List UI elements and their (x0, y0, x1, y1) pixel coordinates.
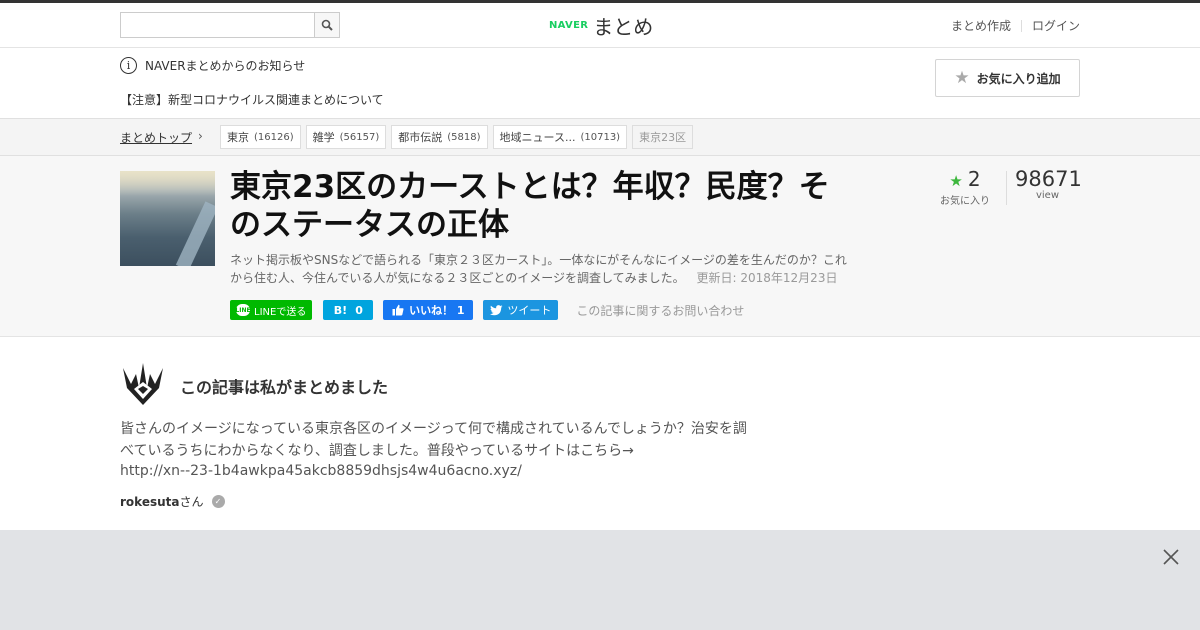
tag-trivia[interactable]: 雑学 (56157) (305, 125, 387, 149)
tag-label: 地域ニュース... (499, 131, 576, 144)
updated-date: 更新日: 2018年12月23日 (696, 271, 838, 285)
tweet-label: ツイート (507, 304, 552, 317)
share-bar: LINE LINEで送る B! 0 いいね！ 1 ツイート この記事に関するお問… (230, 300, 744, 320)
site-header: NAVER まとめ まとめ作成 ログイン (0, 3, 1200, 48)
tag-count: (56157) (339, 131, 380, 143)
add-favorite-label: お気に入り追加 (976, 71, 1061, 86)
add-favorite-button[interactable]: ★ お気に入り追加 (935, 59, 1080, 97)
author-name[interactable]: rokesuta さん ✓ (120, 493, 225, 510)
chevron-right-icon: › (198, 129, 203, 143)
facebook-like-label: いいね！ 1 (409, 304, 465, 317)
covid-notice-link[interactable]: 【注意】新型コロナウイルス関連まとめについて (120, 91, 384, 108)
line-share-label: LINEで送る (254, 306, 307, 318)
author-heading: この記事は私がまとめました (180, 378, 389, 397)
view-count: 98671 view (1015, 167, 1082, 201)
article-description: ネット掲示板やSNSなどで語られる「東京２３区カースト」。一体なにがそんなにイメ… (230, 251, 850, 287)
close-icon[interactable] (1160, 546, 1182, 568)
search-input[interactable] (121, 13, 315, 37)
tag-local-news[interactable]: 地域ニュース... (10713) (492, 125, 628, 149)
stats-divider (1006, 171, 1007, 205)
ad-banner-area (0, 530, 1200, 630)
naver-matome-logo[interactable]: NAVER まとめ (549, 11, 653, 39)
author-bio: 皆さんのイメージになっている東京各区のイメージって何で構成されているんでしょうか… (120, 421, 747, 459)
info-icon: i (120, 57, 137, 74)
view-label: view (1035, 190, 1060, 201)
info-notice[interactable]: i NAVERまとめからのお知らせ (120, 57, 305, 74)
view-number: 98671 (1015, 167, 1082, 191)
facebook-like-button[interactable]: いいね！ 1 (383, 300, 474, 320)
tweet-button[interactable]: ツイート (483, 300, 559, 320)
tag-label: 都市伝説 (398, 131, 443, 144)
search-button[interactable] (314, 13, 339, 37)
tag-label: 雑学 (312, 131, 335, 144)
create-matome-link[interactable]: まとめ作成 (951, 17, 1011, 34)
thumbs-up-icon (392, 304, 404, 316)
header-links: まとめ作成 ログイン (951, 17, 1080, 34)
hatena-count: 0 (355, 303, 363, 317)
tag-count: (16126) (254, 131, 294, 143)
favorite-count: ★ 2 お気に入り (930, 167, 1000, 207)
thumbnail-sky (120, 171, 215, 196)
hatena-icon: B! (333, 303, 348, 317)
tag-tokyo[interactable]: 東京 (16126) (220, 125, 301, 149)
favorite-label: お気に入り (940, 196, 990, 207)
tag-count: (10713) (580, 131, 621, 143)
breadcrumb-top-link[interactable]: まとめトップ (120, 129, 192, 146)
breadcrumb: まとめトップ › 東京 (16126) 雑学 (56157) 都市伝説 (581… (0, 118, 1200, 156)
article-thumbnail (120, 171, 215, 266)
author-suffix: さん (179, 495, 204, 509)
search-icon (321, 19, 333, 31)
verified-check-icon: ✓ (211, 495, 225, 508)
article-header: 東京23区のカーストとは？年収？民度？そのステータスの正体 ネット掲示板やSNS… (0, 156, 1200, 337)
line-icon: LINE (235, 304, 251, 316)
search-box (120, 12, 340, 38)
login-link[interactable]: ログイン (1032, 17, 1080, 34)
logo-naver-text: NAVER (549, 19, 589, 31)
tag-urban-legend[interactable]: 都市伝説 (5818) (391, 125, 488, 149)
star-icon: ★ (949, 172, 963, 190)
tag-label: 東京 (227, 131, 249, 144)
author-avatar-icon[interactable] (120, 361, 166, 407)
thumbnail-river (175, 201, 215, 266)
star-icon: ★ (954, 68, 970, 88)
article-stats: ★ 2 お気に入り 98671 view (930, 167, 1082, 207)
header-divider (1020, 19, 1022, 32)
tag-current: 東京23区 (632, 125, 694, 149)
favorite-number: 2 (967, 167, 981, 191)
info-notice-text: NAVERまとめからのお知らせ (145, 59, 306, 73)
author-site-link[interactable]: http://xn--23-1b4awkpa45akcb8859dhsjs4w4… (120, 463, 522, 479)
author-username: rokesuta (120, 494, 180, 509)
twitter-bird-icon (490, 304, 503, 315)
line-share-button[interactable]: LINE LINEで送る (230, 300, 313, 320)
logo-matome-text: まとめ (593, 14, 654, 39)
tag-count: (5818) (447, 131, 481, 143)
tag-list: 東京 (16126) 雑学 (56157) 都市伝説 (5818) 地域ニュース… (220, 125, 698, 149)
article-title: 東京23区のカーストとは？年収？民度？そのステータスの正体 (230, 169, 830, 243)
contact-link[interactable]: この記事に関するお問い合わせ (576, 302, 744, 319)
hatena-bookmark-button[interactable]: B! 0 (323, 300, 374, 320)
